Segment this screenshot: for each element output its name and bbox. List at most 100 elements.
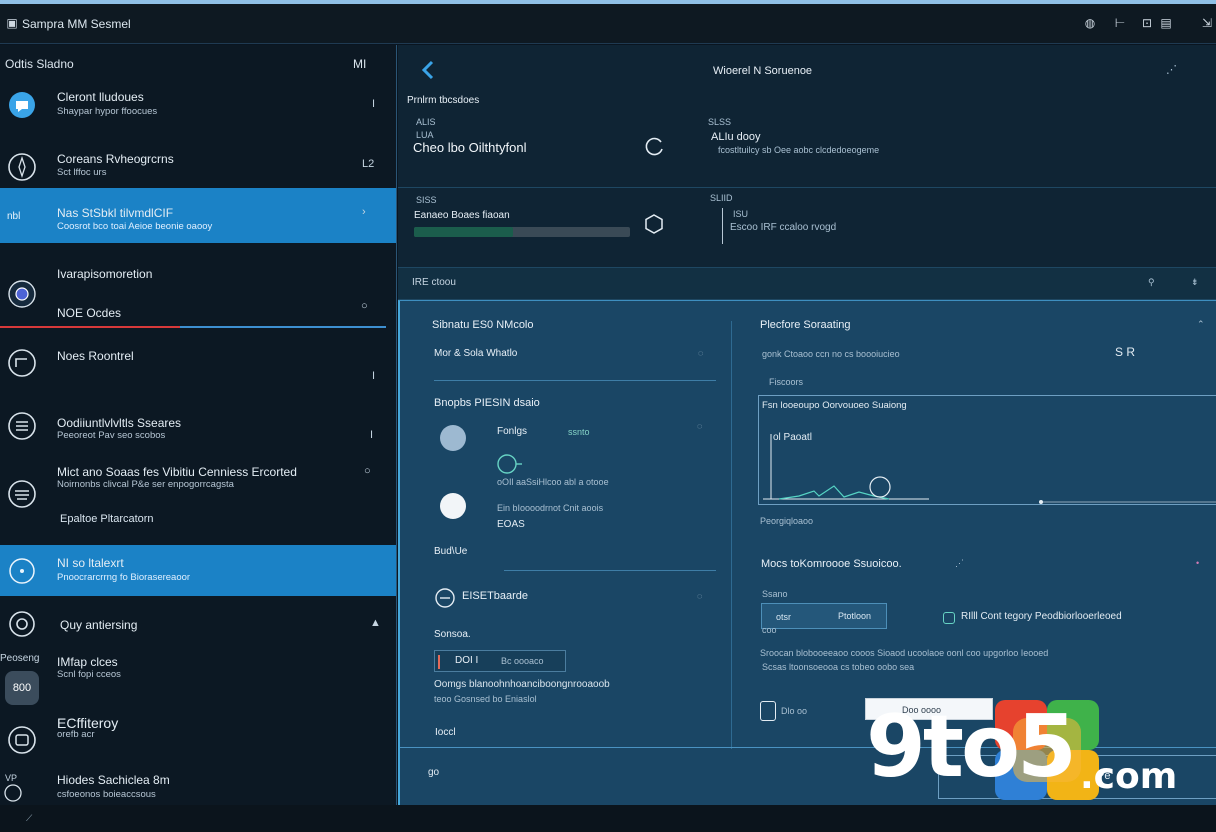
sidebar-item-extra: Epaltoe Pltarcatorn xyxy=(60,513,154,525)
right-desc1: Sroocan blobooeeaoo cooos Sioaod ucoolao… xyxy=(760,648,1049,658)
sidebar-item-title: Mict ano Soaas fes Vibitiu Cenniess Erco… xyxy=(57,465,297,479)
sidebar-item-4[interactable]: Noes Roontrel I xyxy=(0,332,396,395)
card1-tag: ALIS xyxy=(416,117,436,127)
sidebar-item-subtitle: Coosrot bco toai Aeioe beonie oaooy xyxy=(57,221,213,232)
card2-right-label: ISU xyxy=(733,209,749,219)
file-icon[interactable] xyxy=(760,701,776,721)
sidebar-item-action[interactable]: I xyxy=(372,370,375,382)
right-col-expand-icon[interactable]: ⌃ xyxy=(1197,319,1205,330)
option1-info-icon[interactable]: ◌ xyxy=(697,421,702,431)
cog-icon xyxy=(9,611,35,637)
card2-tag: SISS xyxy=(416,195,437,205)
sidebar-item-action[interactable]: ○ xyxy=(364,465,371,477)
column-divider xyxy=(731,321,732,749)
chart-label: Fiscoors xyxy=(769,377,804,387)
lock-icon[interactable]: ⊡ xyxy=(1139,15,1155,31)
sidebar-header-title: Odtis Sladno xyxy=(5,57,74,71)
item-progress-blue xyxy=(180,326,386,328)
sort-icon[interactable]: ⇟ xyxy=(1191,277,1199,288)
ring-icon xyxy=(4,784,22,802)
watermark-suffix: .com xyxy=(1080,756,1178,797)
sidebar-item-title: Cleront lludoues xyxy=(57,90,144,104)
left-label4: Ioccl xyxy=(435,727,456,738)
sidebar-item-action[interactable]: › xyxy=(362,206,366,218)
more-icon[interactable]: ⋰ xyxy=(1166,63,1177,76)
sidebar-item-action[interactable]: I xyxy=(372,98,375,110)
checkbox[interactable] xyxy=(943,612,955,624)
option1-label: Fonlgs xyxy=(497,426,528,437)
footer-left-icon[interactable]: go xyxy=(428,767,439,778)
left-note1: Oomgs blanoohnhoanciboongnrooaoob xyxy=(434,679,610,690)
back-chevron-icon[interactable] xyxy=(420,60,436,80)
sidebar-item-1[interactable]: Coreans Rvheogrcrns Sct lffoc urs L2 xyxy=(0,135,396,187)
right-primary-button[interactable]: otsr Ptotloon xyxy=(761,603,887,629)
arrow-icon xyxy=(8,349,36,377)
sidebar-item-action[interactable]: L2 xyxy=(362,158,374,170)
sidebar-item-subtitle: Noirnonbs clivcal P&e ser enpogorrcagsta xyxy=(57,479,234,490)
status-icon: ⟋ xyxy=(26,813,33,823)
window-menu-icon[interactable]: ▤ xyxy=(1158,15,1174,31)
left-col-sub: Mor & Sola Whatlo xyxy=(434,348,518,359)
minimize-icon[interactable]: ⊢ xyxy=(1112,15,1128,31)
right-section-more-icon[interactable]: • xyxy=(1196,558,1199,568)
left-input-field[interactable]: DOI I Bc oooaco xyxy=(434,650,566,672)
sidebar-item-subtitle: Peeoreot Pav seo scobos xyxy=(57,430,166,441)
sidebar-item-action[interactable]: ○ xyxy=(361,300,368,312)
right-field-sub: coo xyxy=(762,625,777,635)
sidebar: Odtis Sladno MI Cleront lludoues Shaypar… xyxy=(0,45,397,805)
radio-option-2[interactable] xyxy=(440,493,466,519)
sidebar-item-0[interactable]: Cleront lludoues Shaypar hypor ffoocues … xyxy=(0,81,396,135)
shield-icon xyxy=(9,558,35,584)
card2-right-sub: Escoo IRF ccaloo rvogd xyxy=(730,222,837,233)
chart-panel: Fsn looeoupo Oorvouoeo Suaiong ol Paoatl xyxy=(758,395,1216,505)
sidebar-item-action[interactable]: I xyxy=(370,429,373,441)
left-section2-divider xyxy=(504,570,716,571)
toggle-icon[interactable] xyxy=(496,453,524,475)
sidebar-item-title: Ivarapisomoretion xyxy=(57,267,153,281)
sidebar-item-subtitle: Scnl fopi cceos xyxy=(57,669,121,680)
sidebar-item-subtitle: Sct lffoc urs xyxy=(57,167,107,178)
left-label3: Sonsoa. xyxy=(434,629,471,640)
left-row-chevron-icon[interactable]: ◌ xyxy=(697,591,702,601)
badge-icon: 800 xyxy=(5,671,39,705)
sidebar-item-title: Quy antiersing xyxy=(60,618,138,632)
globe-icon xyxy=(8,280,36,308)
hex-icon[interactable] xyxy=(644,213,664,235)
right-col-title: Plecfore Soraating xyxy=(760,319,851,331)
left-col-title: Sibnatu ES0 NMcolo xyxy=(432,319,534,331)
sidebar-item-action[interactable]: ▲ xyxy=(370,617,381,629)
sidebar-item-10[interactable]: ECffiteroy orefb acr xyxy=(0,709,396,757)
card1-title: Cheo lbo Oilthtyfonl xyxy=(413,140,527,155)
left-col-group-title: Bnopbs PIESIN dsaio xyxy=(434,397,540,409)
sidebar-item-8[interactable]: Quy antiersing ▲ xyxy=(0,597,396,647)
left-col-divider xyxy=(434,380,716,381)
settings-icon[interactable]: ◍ xyxy=(1082,15,1098,31)
watermark-text: 9to5 xyxy=(866,697,1077,797)
sidebar-item-3[interactable]: Ivarapisomoretion NOE Ocdes ○ xyxy=(0,243,396,331)
right-field-label: Ssano xyxy=(762,589,788,599)
sidebar-item-subtitle: Pnoocrarcrrng fo Biorasereaoor xyxy=(57,572,191,583)
title-bar: ▣ Sampra MM Sesmel ◍ ⊢ ⊡ ▤ ⇲ xyxy=(0,4,1216,44)
refresh-icon[interactable] xyxy=(644,135,666,157)
sidebar-item-9[interactable]: Peoseng 800 IMfap clces Scnl fopi cceos xyxy=(0,647,396,709)
left-col-info-icon[interactable]: ◌ xyxy=(698,348,703,358)
chart-icon xyxy=(763,434,1216,504)
app-icon[interactable]: ▣ xyxy=(4,15,20,31)
right-section-title: Mocs toKomroooe Ssuoicoo. xyxy=(761,558,902,570)
radio-option-1[interactable] xyxy=(440,425,466,451)
sidebar-item-title: NI so ltalexrt xyxy=(57,556,124,570)
chat-bubble-icon xyxy=(435,588,455,608)
sidebar-item-6[interactable]: Mict ano Soaas fes Vibitiu Cenniess Erco… xyxy=(0,455,396,543)
right-section-hint-icon[interactable]: ⋰ xyxy=(955,558,964,569)
option3-text: Ein bIoooodrnot Cnit aoois xyxy=(497,503,604,513)
sidebar-item-11[interactable]: VP Hiodes Sachiclea 8m csfoeonos boieacc… xyxy=(0,757,396,805)
sidebar-item-subtitle: csfoeonos boieaccsous xyxy=(57,789,156,800)
pin-icon[interactable]: ⚲ xyxy=(1148,277,1155,288)
sidebar-item-subtitle: Shaypar hypor ffoocues xyxy=(57,106,158,117)
sidebar-item-2-selected[interactable]: nbl Nas StSbkl tilvmdlCIF Coosrot bco to… xyxy=(0,188,396,243)
close-icon[interactable]: ⇲ xyxy=(1199,15,1215,31)
sidebar-item-subtitle: NOE Ocdes xyxy=(57,306,122,320)
sidebar-item-7-selected[interactable]: NI so ltalexrt Pnoocrarcrrng fo Bioraser… xyxy=(0,545,396,596)
sidebar-item-5[interactable]: Oodiiuntlvlvltls Sseares Peeoreot Pav se… xyxy=(0,395,396,455)
sidebar-item-badge: nbl xyxy=(7,211,21,222)
